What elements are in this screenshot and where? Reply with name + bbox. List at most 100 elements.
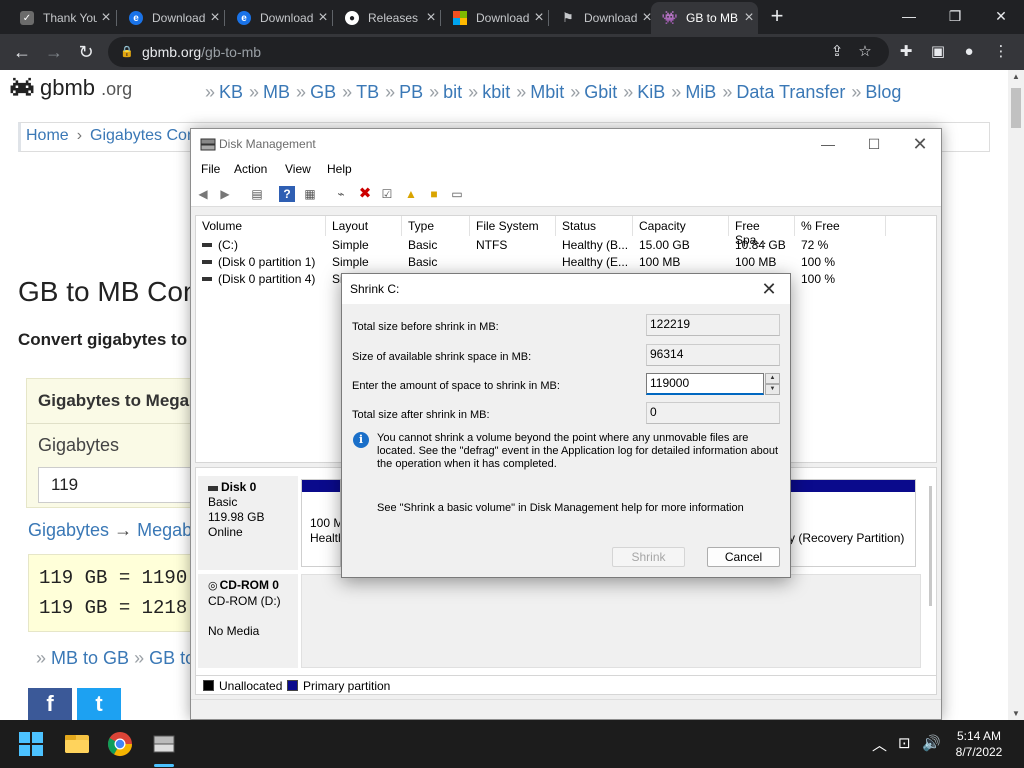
mb-to-gb-link[interactable]: MB to GB: [51, 648, 129, 668]
close-icon[interactable]: ×: [740, 9, 758, 27]
menu-help[interactable]: Help: [327, 162, 352, 176]
browser-tab[interactable]: ● Releases ×: [333, 2, 440, 34]
nav-link[interactable]: KB: [219, 82, 243, 102]
dialog-close-button[interactable]: ✕: [752, 276, 786, 302]
nav-link[interactable]: kbit: [482, 82, 510, 102]
reload-button[interactable]: ↻: [74, 40, 98, 64]
cancel-button[interactable]: Cancel: [707, 547, 780, 567]
scroll-up-arrow-icon[interactable]: ▲: [1008, 72, 1024, 81]
share-icon[interactable]: ⇪: [825, 37, 849, 67]
chrome-icon[interactable]: [106, 730, 134, 758]
nav-link[interactable]: MiB: [685, 82, 716, 102]
dialog-titlebar[interactable]: Shrink C: ✕: [342, 274, 790, 304]
partition-block[interactable]: 100 M Health: [301, 479, 341, 567]
window-titlebar[interactable]: Disk Management — ☐ ✕: [191, 129, 941, 159]
browser-tab[interactable]: e Download ×: [225, 2, 332, 34]
back-arrow-icon[interactable]: ◀: [195, 186, 211, 202]
nav-link[interactable]: PB: [399, 82, 423, 102]
browser-tab[interactable]: ✓ Thank You ×: [8, 2, 115, 34]
menu-kebab-icon[interactable]: ⋮: [990, 42, 1012, 62]
column-header-file-system[interactable]: File System: [470, 216, 556, 236]
recovery-partition-block[interactable]: y (Recovery Partition): [786, 479, 916, 567]
side-panel-icon[interactable]: ▣: [927, 42, 949, 62]
checklist-icon[interactable]: ☑: [379, 186, 395, 202]
minimize-button[interactable]: —: [805, 131, 851, 157]
chevron-up-icon[interactable]: ︿: [872, 734, 887, 755]
column-header-status[interactable]: Status: [556, 216, 633, 236]
nav-link[interactable]: TB: [356, 82, 379, 102]
extensions-puzzle-icon[interactable]: ✚: [895, 42, 917, 62]
gb-to-link[interactable]: GB to: [149, 648, 195, 668]
restore-button[interactable]: ❐: [932, 2, 978, 30]
column-header-type[interactable]: Type: [402, 216, 470, 236]
scrollbar-thumb[interactable]: [1011, 88, 1021, 128]
breadcrumb-home-link[interactable]: Home: [26, 127, 69, 144]
gigabytes-input[interactable]: 119: [38, 467, 208, 503]
back-button[interactable]: ←: [10, 40, 34, 64]
volume-icon[interactable]: 🔊: [922, 734, 941, 752]
menu-action[interactable]: Action: [234, 162, 267, 176]
menu-file[interactable]: File: [201, 162, 220, 176]
column-header-free-space[interactable]: Free Spa...: [729, 216, 795, 247]
close-button[interactable]: ✕: [897, 131, 943, 157]
volume-row[interactable]: (C:) Simple Basic NTFS Healthy (B... 15.…: [196, 237, 938, 254]
system-clock[interactable]: 5:14 AM 8/7/2022: [944, 728, 1014, 760]
twitter-share-button[interactable]: t: [77, 688, 121, 720]
nav-link[interactable]: KiB: [637, 82, 665, 102]
nav-link[interactable]: MB: [263, 82, 290, 102]
close-icon[interactable]: ×: [206, 9, 224, 27]
browser-tab-active[interactable]: 👾 GB to MB ×: [651, 2, 758, 34]
volume-row[interactable]: (Disk 0 partition 1) Simple Basic Health…: [196, 254, 938, 271]
nav-link[interactable]: Data Transfer: [736, 82, 845, 102]
spin-down-icon[interactable]: ▼: [765, 384, 780, 395]
close-window-button[interactable]: ✕: [978, 2, 1024, 30]
bookmark-star-icon[interactable]: ☆: [853, 37, 877, 67]
folder-up-icon[interactable]: ▲: [403, 186, 419, 202]
profile-avatar-icon[interactable]: ●: [958, 42, 980, 62]
nav-link[interactable]: Blog: [865, 82, 901, 102]
new-tab-button[interactable]: +: [764, 4, 790, 30]
minimize-button[interactable]: —: [886, 2, 932, 30]
forward-arrow-icon[interactable]: ▶: [217, 186, 233, 202]
page-scrollbar[interactable]: ▲ ▼: [1008, 70, 1024, 720]
scroll-down-arrow-icon[interactable]: ▼: [1008, 709, 1024, 718]
forward-button[interactable]: →: [42, 40, 66, 64]
view-list-icon[interactable]: ▭: [449, 186, 465, 202]
breadcrumb-current-link[interactable]: Gigabytes Con: [90, 127, 196, 144]
address-bar[interactable]: 🔒 gbmb.org/gb-to-mb ⇪ ☆: [108, 37, 889, 67]
nav-link[interactable]: Gbit: [584, 82, 617, 102]
delete-icon[interactable]: ✖: [357, 186, 373, 202]
nav-link[interactable]: bit: [443, 82, 462, 102]
console-tree-icon[interactable]: ▤: [249, 186, 265, 202]
cdrom-0-label[interactable]: ◎ CD-ROM 0 CD-ROM (D:) No Media: [198, 574, 298, 668]
windows-start-icon[interactable]: [19, 732, 43, 756]
close-icon[interactable]: ×: [422, 9, 440, 27]
folder-search-icon[interactable]: ■: [426, 186, 442, 202]
shrink-amount-spinner[interactable]: ▲ ▼: [765, 373, 780, 395]
column-header-percent-free[interactable]: % Free: [795, 216, 886, 236]
browser-tab[interactable]: Download ×: [441, 2, 548, 34]
browser-tab[interactable]: ⚑ Download ×: [549, 2, 656, 34]
close-icon[interactable]: ×: [530, 9, 548, 27]
file-explorer-icon[interactable]: [63, 730, 91, 758]
close-icon[interactable]: ×: [97, 9, 115, 27]
column-header-capacity[interactable]: Capacity: [633, 216, 729, 236]
conversion-direction-link[interactable]: Gigabytes → Megab: [28, 520, 192, 541]
shrink-amount-input[interactable]: 119000: [646, 373, 764, 395]
browser-tab[interactable]: e Download ×: [117, 2, 224, 34]
nav-link[interactable]: Mbit: [530, 82, 564, 102]
shrink-button[interactable]: Shrink: [612, 547, 685, 567]
properties-icon[interactable]: ▦: [302, 186, 318, 202]
maximize-button[interactable]: ☐: [851, 131, 897, 157]
nav-link[interactable]: GB: [310, 82, 336, 102]
help-icon[interactable]: ?: [279, 186, 295, 202]
disk-scrollbar[interactable]: [929, 486, 932, 606]
close-icon[interactable]: ×: [314, 9, 332, 27]
connect-drive-icon[interactable]: ⌁: [333, 186, 349, 202]
column-header-layout[interactable]: Layout: [326, 216, 402, 236]
facebook-share-button[interactable]: f: [28, 688, 72, 720]
spin-up-icon[interactable]: ▲: [765, 373, 780, 384]
disk-management-taskbar-icon[interactable]: [150, 730, 178, 758]
menu-view[interactable]: View: [285, 162, 311, 176]
site-logo[interactable]: gbmb .org: [8, 74, 132, 102]
